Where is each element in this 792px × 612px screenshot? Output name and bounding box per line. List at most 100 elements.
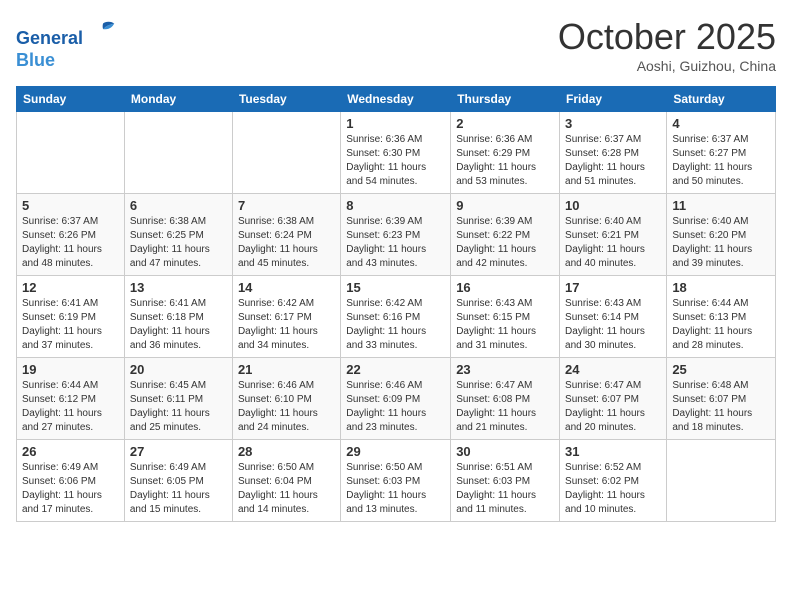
- day-info: Sunrise: 6:46 AM Sunset: 6:09 PM Dayligh…: [346, 379, 445, 435]
- day-number: 17: [565, 280, 661, 295]
- logo-bird-icon: [90, 16, 118, 44]
- day-info: Sunrise: 6:37 AM Sunset: 6:26 PM Dayligh…: [22, 215, 119, 271]
- month-title: October 2025: [558, 16, 776, 58]
- day-info: Sunrise: 6:50 AM Sunset: 6:04 PM Dayligh…: [238, 461, 335, 517]
- day-info: Sunrise: 6:48 AM Sunset: 6:07 PM Dayligh…: [672, 379, 770, 435]
- weekday-header: Tuesday: [232, 87, 340, 112]
- calendar-cell: 14 Sunrise: 6:42 AM Sunset: 6:17 PM Dayli…: [232, 276, 340, 358]
- calendar-cell: 23Sunrise: 6:47 AM Sunset: 6:08 PM Dayli…: [451, 358, 560, 440]
- calendar-cell: 17 Sunrise: 6:43 AM Sunset: 6:14 PM Dayli…: [560, 276, 667, 358]
- day-number: 31: [565, 444, 661, 459]
- day-number: 7: [238, 198, 335, 213]
- day-info: Sunrise: 6:39 AM Sunset: 6:22 PM Dayligh…: [456, 215, 554, 271]
- day-number: 28: [238, 444, 335, 459]
- calendar-cell: 11 Sunrise: 6:40 AM Sunset: 6:20 PM Dayli…: [667, 194, 776, 276]
- calendar-cell: 21Sunrise: 6:46 AM Sunset: 6:10 PM Dayli…: [232, 358, 340, 440]
- day-info: Sunrise: 6:42 AM Sunset: 6:16 PM Dayligh…: [346, 297, 445, 353]
- day-number: 6: [130, 198, 227, 213]
- weekday-header: Thursday: [451, 87, 560, 112]
- day-info: Sunrise: 6:51 AM Sunset: 6:03 PM Dayligh…: [456, 461, 554, 517]
- weekday-header: Sunday: [17, 87, 125, 112]
- calendar-cell: 10 Sunrise: 6:40 AM Sunset: 6:21 PM Dayli…: [560, 194, 667, 276]
- calendar-cell: 16 Sunrise: 6:43 AM Sunset: 6:15 PM Dayli…: [451, 276, 560, 358]
- day-number: 13: [130, 280, 227, 295]
- calendar-week-row: 1 Sunrise: 6:36 AM Sunset: 6:30 PM Daylig…: [17, 112, 776, 194]
- calendar-table: SundayMondayTuesdayWednesdayThursdayFrid…: [16, 86, 776, 522]
- calendar-week-row: 19 Sunrise: 6:44 AM Sunset: 6:12 PM Dayli…: [17, 358, 776, 440]
- day-number: 19: [22, 362, 119, 377]
- day-number: 15: [346, 280, 445, 295]
- day-number: 18: [672, 280, 770, 295]
- day-info: Sunrise: 6:39 AM Sunset: 6:23 PM Dayligh…: [346, 215, 445, 271]
- calendar-cell: 13 Sunrise: 6:41 AM Sunset: 6:18 PM Dayli…: [124, 276, 232, 358]
- calendar-week-row: 26Sunrise: 6:49 AM Sunset: 6:06 PM Dayli…: [17, 440, 776, 522]
- calendar-cell: [667, 440, 776, 522]
- day-number: 25: [672, 362, 770, 377]
- calendar-cell: [124, 112, 232, 194]
- weekday-header: Friday: [560, 87, 667, 112]
- weekday-header-row: SundayMondayTuesdayWednesdayThursdayFrid…: [17, 87, 776, 112]
- logo-line1: General: [16, 28, 83, 48]
- day-info: Sunrise: 6:47 AM Sunset: 6:07 PM Dayligh…: [565, 379, 661, 435]
- day-info: Sunrise: 6:36 AM Sunset: 6:30 PM Dayligh…: [346, 133, 445, 189]
- weekday-header: Wednesday: [341, 87, 451, 112]
- day-info: Sunrise: 6:47 AM Sunset: 6:08 PM Dayligh…: [456, 379, 554, 435]
- calendar-cell: 29 Sunrise: 6:50 AM Sunset: 6:03 PM Dayli…: [341, 440, 451, 522]
- weekday-header: Monday: [124, 87, 232, 112]
- day-number: 20: [130, 362, 227, 377]
- calendar-cell: 28 Sunrise: 6:50 AM Sunset: 6:04 PM Dayli…: [232, 440, 340, 522]
- day-info: Sunrise: 6:50 AM Sunset: 6:03 PM Dayligh…: [346, 461, 445, 517]
- day-number: 11: [672, 198, 770, 213]
- day-number: 16: [456, 280, 554, 295]
- logo-line2-wrap: Blue: [16, 50, 118, 72]
- calendar-week-row: 5 Sunrise: 6:37 AM Sunset: 6:26 PM Daylig…: [17, 194, 776, 276]
- day-number: 26: [22, 444, 119, 459]
- calendar-cell: 26Sunrise: 6:49 AM Sunset: 6:06 PM Dayli…: [17, 440, 125, 522]
- day-info: Sunrise: 6:41 AM Sunset: 6:18 PM Dayligh…: [130, 297, 227, 353]
- day-info: Sunrise: 6:37 AM Sunset: 6:28 PM Dayligh…: [565, 133, 661, 189]
- day-info: Sunrise: 6:40 AM Sunset: 6:21 PM Dayligh…: [565, 215, 661, 271]
- day-number: 14: [238, 280, 335, 295]
- calendar-cell: 25 Sunrise: 6:48 AM Sunset: 6:07 PM Dayli…: [667, 358, 776, 440]
- day-number: 12: [22, 280, 119, 295]
- day-info: Sunrise: 6:44 AM Sunset: 6:12 PM Dayligh…: [22, 379, 119, 435]
- day-number: 10: [565, 198, 661, 213]
- location: Aoshi, Guizhou, China: [558, 58, 776, 74]
- day-number: 29: [346, 444, 445, 459]
- day-number: 5: [22, 198, 119, 213]
- calendar-cell: 24Sunrise: 6:47 AM Sunset: 6:07 PM Dayli…: [560, 358, 667, 440]
- calendar-cell: 6 Sunrise: 6:38 AM Sunset: 6:25 PM Daylig…: [124, 194, 232, 276]
- day-info: Sunrise: 6:38 AM Sunset: 6:24 PM Dayligh…: [238, 215, 335, 271]
- calendar-cell: 3 Sunrise: 6:37 AM Sunset: 6:28 PM Daylig…: [560, 112, 667, 194]
- calendar-cell: 9Sunrise: 6:39 AM Sunset: 6:22 PM Daylig…: [451, 194, 560, 276]
- weekday-header: Saturday: [667, 87, 776, 112]
- calendar-cell: 31Sunrise: 6:52 AM Sunset: 6:02 PM Dayli…: [560, 440, 667, 522]
- day-info: Sunrise: 6:49 AM Sunset: 6:05 PM Dayligh…: [130, 461, 227, 517]
- day-number: 3: [565, 116, 661, 131]
- day-info: Sunrise: 6:38 AM Sunset: 6:25 PM Dayligh…: [130, 215, 227, 271]
- day-info: Sunrise: 6:45 AM Sunset: 6:11 PM Dayligh…: [130, 379, 227, 435]
- day-number: 30: [456, 444, 554, 459]
- day-info: Sunrise: 6:43 AM Sunset: 6:15 PM Dayligh…: [456, 297, 554, 353]
- calendar-cell: 20 Sunrise: 6:45 AM Sunset: 6:11 PM Dayli…: [124, 358, 232, 440]
- day-number: 22: [346, 362, 445, 377]
- calendar-cell: 2Sunrise: 6:36 AM Sunset: 6:29 PM Daylig…: [451, 112, 560, 194]
- calendar-cell: 27 Sunrise: 6:49 AM Sunset: 6:05 PM Dayli…: [124, 440, 232, 522]
- day-info: Sunrise: 6:42 AM Sunset: 6:17 PM Dayligh…: [238, 297, 335, 353]
- calendar-cell: 19 Sunrise: 6:44 AM Sunset: 6:12 PM Dayli…: [17, 358, 125, 440]
- calendar-cell: 8 Sunrise: 6:39 AM Sunset: 6:23 PM Daylig…: [341, 194, 451, 276]
- page-header: General Blue October 2025 Aoshi, Guizhou…: [16, 16, 776, 74]
- calendar-cell: 18Sunrise: 6:44 AM Sunset: 6:13 PM Dayli…: [667, 276, 776, 358]
- day-info: Sunrise: 6:46 AM Sunset: 6:10 PM Dayligh…: [238, 379, 335, 435]
- day-info: Sunrise: 6:40 AM Sunset: 6:20 PM Dayligh…: [672, 215, 770, 271]
- day-info: Sunrise: 6:43 AM Sunset: 6:14 PM Dayligh…: [565, 297, 661, 353]
- day-number: 2: [456, 116, 554, 131]
- day-number: 8: [346, 198, 445, 213]
- calendar-cell: 4Sunrise: 6:37 AM Sunset: 6:27 PM Daylig…: [667, 112, 776, 194]
- calendar-cell: 22 Sunrise: 6:46 AM Sunset: 6:09 PM Dayli…: [341, 358, 451, 440]
- logo-line2: Blue: [16, 50, 55, 70]
- day-number: 27: [130, 444, 227, 459]
- calendar-cell: 30 Sunrise: 6:51 AM Sunset: 6:03 PM Dayli…: [451, 440, 560, 522]
- day-info: Sunrise: 6:37 AM Sunset: 6:27 PM Dayligh…: [672, 133, 770, 189]
- day-number: 1: [346, 116, 445, 131]
